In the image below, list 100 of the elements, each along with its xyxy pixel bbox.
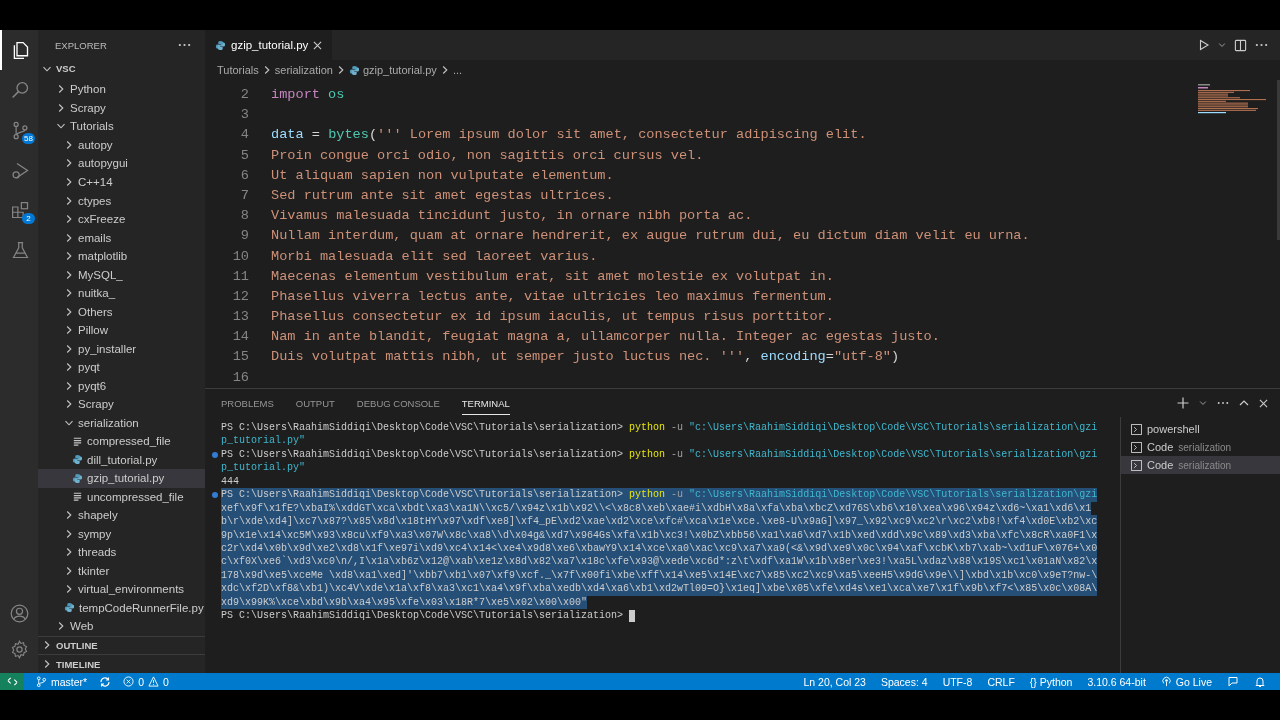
panel-tab[interactable]: TERMINAL [461, 391, 510, 415]
chevron-right-icon [64, 232, 74, 243]
line-number: 16 [231, 368, 249, 387]
extensions-icon [9, 199, 31, 221]
bell-icon[interactable] [1254, 675, 1266, 688]
folder-item[interactable]: matplotlib [38, 246, 205, 266]
remote-button[interactable] [0, 673, 24, 690]
language-status[interactable]: {} Python [1029, 675, 1073, 688]
go-live-button[interactable]: Go Live [1160, 675, 1212, 688]
line-number: 6 [239, 166, 249, 185]
problems-status[interactable]: 0 0 [123, 675, 169, 688]
plus-icon[interactable] [1177, 397, 1189, 409]
chevron-right-icon [64, 510, 74, 521]
folder-item[interactable]: ctypes [38, 191, 205, 210]
status-item[interactable]: 3.10.6 64-bit [1087, 675, 1146, 688]
chevron-right-icon [64, 528, 74, 539]
warning-icon [148, 676, 160, 687]
sync-icon[interactable] [99, 675, 112, 688]
chevron-right-icon [64, 158, 74, 169]
folder-item[interactable]: pyqt6 [38, 376, 205, 395]
chevron-right-icon [64, 343, 74, 354]
folder-item[interactable]: Pillow [38, 320, 205, 340]
folder-item[interactable]: cxFreeze [38, 209, 205, 229]
folder-item[interactable]: Scrapy [38, 98, 205, 118]
account-icon[interactable] [8, 602, 30, 624]
folder-item[interactable]: sympy [38, 524, 205, 544]
file-item[interactable]: compressed_file [38, 431, 205, 451]
status-item[interactable]: UTF-8 [942, 675, 973, 688]
breadcrumb-item[interactable]: ... [452, 64, 463, 76]
folder-item[interactable]: py_installer [38, 339, 205, 358]
folder-item[interactable]: autopy [38, 135, 205, 155]
terminal-list-item[interactable]: Code serialization [1121, 438, 1280, 456]
folder-item[interactable]: C++14 [38, 172, 205, 192]
file-item[interactable]: dill_tutorial.py [38, 450, 205, 469]
status-item[interactable]: Ln 20, Col 23 [803, 675, 866, 688]
folder-item[interactable]: pyqt [38, 357, 205, 377]
editor-tab[interactable]: gzip_tutorial.py [205, 30, 333, 60]
chevron-down-icon[interactable] [1199, 399, 1207, 407]
panel-tab[interactable]: DEBUG CONSOLE [356, 391, 440, 415]
split-editor-icon[interactable] [1234, 38, 1247, 52]
terminal-list-item[interactable]: Code serialization [1121, 456, 1280, 474]
line-number: 15 [231, 348, 249, 367]
folder-item[interactable]: Tutorials [38, 117, 205, 136]
folder-item[interactable]: shapely [38, 506, 205, 525]
file-item[interactable]: gzip_tutorial.py [38, 469, 205, 488]
workspace-header[interactable]: VSC [38, 60, 205, 78]
chevron-right-icon [64, 380, 74, 391]
minimap-drawing [1198, 84, 1268, 114]
breadcrumb-item[interactable]: serialization [274, 64, 333, 76]
more-icon[interactable] [178, 43, 191, 48]
line-number: 7 [239, 186, 249, 205]
command-status-icon[interactable] [212, 451, 218, 458]
folder-item[interactable]: Scrapy [38, 394, 205, 414]
code-line: Duis volutpat mattis nibh, ut semper justo luctus nec. ''', encoding="utf-8") [271, 348, 900, 367]
folder-item[interactable]: Others [38, 302, 205, 321]
chevron-up-icon[interactable] [1239, 398, 1249, 408]
folder-item[interactable]: Web [38, 617, 205, 636]
terminal-line: PS C:\Users\RaahimSiddiqi\Desktop\Code\VSC\Tutorials\serialization> python -u "c:\Users\RaahimSiddiqi\Desktop\Code\VSC\Tutorials\serialization\gzi [221, 447, 1098, 462]
code-line: import os [271, 86, 345, 104]
folder-item[interactable]: nuitka_ [38, 283, 205, 303]
folder-item[interactable]: emails [38, 228, 205, 247]
folder-item[interactable]: Python [38, 80, 205, 99]
python-file-icon [72, 472, 83, 484]
chevron-right-icon [64, 269, 74, 280]
chevron-down-icon[interactable] [1218, 41, 1226, 49]
breadcrumb-item[interactable]: Tutorials [217, 64, 259, 76]
activity-bar-item[interactable]: 58 [0, 110, 38, 150]
activity-bar-item[interactable]: 2 [0, 190, 38, 230]
status-item[interactable]: Spaces: 4 [880, 675, 928, 688]
command-status-icon[interactable] [212, 491, 218, 498]
branch-status[interactable]: master* [36, 675, 88, 688]
close-icon[interactable] [313, 40, 323, 50]
code-line: data = bytes(''' Lorem ipsum dolor sit amet, consectetur adipiscing elit. [271, 126, 867, 145]
section-header[interactable]: OUTLINE [38, 635, 205, 655]
folder-item[interactable]: threads [38, 543, 205, 562]
terminal-list-item[interactable]: powershell [1121, 420, 1280, 438]
chevron-right-icon [42, 659, 52, 670]
breadcrumb-item[interactable]: gzip_tutorial.py [348, 64, 437, 76]
panel-tab[interactable]: OUTPUT [295, 391, 335, 415]
panel-tab[interactable]: PROBLEMS [221, 391, 274, 415]
status-item[interactable]: CRLF [987, 675, 1015, 688]
folder-item[interactable]: serialization [38, 413, 205, 432]
more-icon[interactable] [1255, 43, 1268, 47]
line-number: 5 [239, 146, 249, 165]
file-item[interactable]: tempCodeRunnerFile.py [38, 598, 205, 618]
chevron-right-icon [64, 325, 74, 336]
terminal-line: PS C:\Users\RaahimSiddiqi\Desktop\Code\VSC\Tutorials\serialization> python -u "c:\Users\RaahimSiddiqi\Desktop\Code\VSC\Tutorials\serialization\gzi [221, 421, 1098, 435]
run-icon[interactable] [1198, 39, 1210, 51]
folder-item[interactable]: autopygui [38, 154, 205, 173]
feedback-icon[interactable] [1227, 675, 1239, 688]
folder-item[interactable]: virtual_environments [38, 580, 205, 599]
close-icon[interactable] [1259, 398, 1268, 408]
chevron-right-icon [64, 565, 74, 576]
folder-item[interactable]: MySQL_ [38, 265, 205, 284]
chevron-right-icon [64, 251, 74, 262]
file-item[interactable]: uncompressed_file [38, 487, 205, 506]
terminal-line: 444 [221, 474, 239, 489]
code-line: Proin congue orci odio, non sagittis orci cursus vel. [271, 146, 704, 165]
more-icon[interactable] [1217, 401, 1229, 405]
folder-item[interactable]: tkinter [38, 561, 205, 581]
